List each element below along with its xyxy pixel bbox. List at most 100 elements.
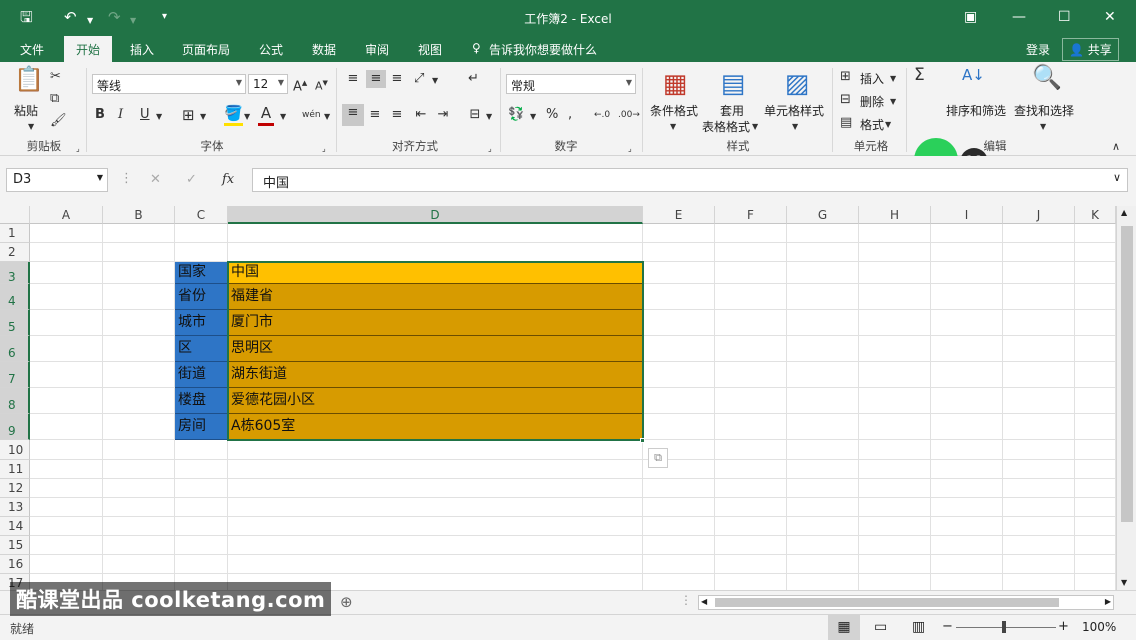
align-top-icon[interactable]: ≡ xyxy=(344,70,362,88)
row-header[interactable]: 12 xyxy=(0,479,30,498)
align-bottom-icon[interactable]: ≡ xyxy=(388,70,406,88)
orientation-icon[interactable]: ⤢ xyxy=(414,70,424,88)
zoom-slider[interactable] xyxy=(956,627,1056,628)
tab-data[interactable]: 数据 xyxy=(312,41,336,58)
zoom-level[interactable]: 100% xyxy=(1082,620,1116,634)
scroll-up-icon[interactable]: ▲ xyxy=(1121,208,1127,217)
format-cells-icon[interactable]: ▤ xyxy=(840,114,852,132)
underline-dropdown-icon[interactable]: ▼ xyxy=(156,108,162,126)
minimize-icon[interactable]: — xyxy=(1012,8,1026,26)
page-break-view-icon[interactable]: ▥ xyxy=(912,619,925,635)
accounting-dropdown-icon[interactable]: ▼ xyxy=(530,108,536,126)
page-layout-view-icon[interactable]: ▭ xyxy=(874,619,887,635)
accounting-format-icon[interactable]: 💱 xyxy=(508,106,524,124)
insert-cells-button[interactable]: 插入 xyxy=(860,70,884,87)
maximize-icon[interactable]: ☐ xyxy=(1058,8,1071,26)
scroll-left-icon[interactable]: ◀ xyxy=(701,597,707,606)
tell-me-search[interactable]: 告诉我你想要做什么 xyxy=(489,41,597,58)
hscroll-thumb[interactable] xyxy=(715,598,1059,607)
column-header[interactable]: D xyxy=(228,206,643,224)
cancel-entry-icon[interactable]: ✕ xyxy=(150,171,161,189)
orientation-dropdown-icon[interactable]: ▼ xyxy=(432,72,438,90)
row-header[interactable]: 2 xyxy=(0,243,30,262)
table-value-cell[interactable]: 厦门市 xyxy=(228,310,643,336)
tab-view[interactable]: 视图 xyxy=(418,41,442,58)
table-value-cell[interactable]: 爱德花园小区 xyxy=(228,388,643,414)
sort-filter-button[interactable]: 排序和筛选 xyxy=(946,102,1006,119)
sort-filter-icon[interactable]: A↓ xyxy=(962,66,985,84)
paste-button[interactable]: 粘贴 xyxy=(14,102,38,119)
format-cells-button[interactable]: 格式 xyxy=(860,116,884,133)
table-value-cell[interactable]: 思明区 xyxy=(228,336,643,362)
ribbon-display-icon[interactable]: ▣ xyxy=(964,8,977,26)
find-select-dropdown-icon[interactable]: ▼ xyxy=(1040,118,1046,136)
borders-dropdown-icon[interactable]: ▼ xyxy=(200,108,206,126)
table-label-cell[interactable]: 省份 xyxy=(175,284,228,310)
tab-insert[interactable]: 插入 xyxy=(130,41,154,58)
format-painter-icon[interactable]: 🖌 xyxy=(50,112,67,130)
column-header[interactable]: I xyxy=(931,206,1003,224)
insert-function-button[interactable]: fx xyxy=(222,171,234,189)
row-header[interactable]: 15 xyxy=(0,536,30,555)
bold-button[interactable]: B xyxy=(95,106,105,124)
confirm-entry-icon[interactable]: ✓ xyxy=(186,171,197,189)
row-header[interactable]: 4 xyxy=(0,284,30,310)
table-label-cell[interactable]: 国家 xyxy=(175,262,228,284)
delete-cells-icon[interactable]: ⊟ xyxy=(840,91,851,109)
zoom-slider-thumb[interactable] xyxy=(1002,621,1006,633)
table-value-cell[interactable]: 福建省 xyxy=(228,284,643,310)
search-icon[interactable]: 🔍 xyxy=(1032,65,1062,89)
conditional-format-icon[interactable]: ▦ xyxy=(660,68,690,100)
tab-formulas[interactable]: 公式 xyxy=(259,41,283,58)
decrease-decimal-icon[interactable]: .00→ xyxy=(618,106,640,124)
row-header[interactable]: 5 xyxy=(0,310,30,336)
cell-styles-icon[interactable]: ▨ xyxy=(782,68,812,100)
row-header[interactable]: 11 xyxy=(0,460,30,479)
cell-styles-dropdown-icon[interactable]: ▼ xyxy=(792,118,798,136)
font-name-select[interactable]: 等线 ▼ xyxy=(92,74,246,94)
format-as-table-label-2[interactable]: 表格格式 xyxy=(702,118,750,135)
align-middle-icon[interactable]: ≡ xyxy=(366,70,386,88)
column-header[interactable]: H xyxy=(859,206,931,224)
cut-icon[interactable]: ✂ xyxy=(50,68,61,86)
table-label-cell[interactable]: 区 xyxy=(175,336,228,362)
column-header[interactable]: G xyxy=(787,206,859,224)
delete-dropdown-icon[interactable]: ▼ xyxy=(890,93,896,111)
merge-dropdown-icon[interactable]: ▼ xyxy=(486,108,492,126)
column-header[interactable]: B xyxy=(103,206,175,224)
zoom-in-icon[interactable]: + xyxy=(1058,619,1069,634)
increase-font-icon[interactable]: A▲ xyxy=(293,74,307,96)
format-dropdown-icon[interactable]: ▼ xyxy=(885,116,891,134)
font-color-icon[interactable]: A xyxy=(258,104,274,126)
table-value-cell[interactable]: A栋605室 xyxy=(228,414,643,440)
insert-cells-icon[interactable]: ⊞ xyxy=(840,68,851,86)
horizontal-scrollbar[interactable]: ◀ ▶ xyxy=(698,595,1114,610)
copy-icon[interactable]: ⧉ xyxy=(50,90,59,108)
worksheet-grid[interactable]: ABCDEFGHIJK1234567891011121314151617国家省份… xyxy=(0,206,1116,590)
comma-style-icon[interactable]: , xyxy=(568,106,572,124)
format-as-table-dropdown-icon[interactable]: ▼ xyxy=(752,118,758,136)
number-format-select[interactable]: 常规 ▼ xyxy=(506,74,636,94)
normal-view-icon[interactable]: ▦ xyxy=(828,615,860,640)
select-all-corner[interactable] xyxy=(0,206,30,224)
delete-cells-button[interactable]: 删除 xyxy=(860,93,884,110)
table-label-cell[interactable]: 楼盘 xyxy=(175,388,228,414)
tab-file[interactable]: 文件 xyxy=(20,41,44,58)
align-right-icon[interactable]: ≡ xyxy=(388,106,406,124)
percent-style-button[interactable]: % xyxy=(546,106,558,124)
table-value-cell[interactable]: 湖东街道 xyxy=(228,362,643,388)
collapse-ribbon-icon[interactable]: ∧ xyxy=(1112,138,1120,156)
column-header[interactable]: C xyxy=(175,206,228,224)
tab-home[interactable]: 开始 xyxy=(64,36,113,62)
column-header[interactable]: F xyxy=(715,206,787,224)
decrease-indent-icon[interactable]: ⇤ xyxy=(412,106,430,124)
name-box[interactable]: D3 ▼ xyxy=(6,168,108,192)
vertical-scrollbar[interactable]: ▲ ▼ xyxy=(1116,206,1136,590)
merge-center-icon[interactable]: ⊟ xyxy=(466,106,484,124)
row-header[interactable]: 9 xyxy=(0,414,30,440)
table-value-cell[interactable]: 中国 xyxy=(228,262,643,284)
table-label-cell[interactable]: 房间 xyxy=(175,414,228,440)
font-color-dropdown-icon[interactable]: ▼ xyxy=(280,108,286,126)
increase-decimal-icon[interactable]: ←.0 xyxy=(594,106,610,124)
scroll-right-icon[interactable]: ▶ xyxy=(1105,597,1111,606)
